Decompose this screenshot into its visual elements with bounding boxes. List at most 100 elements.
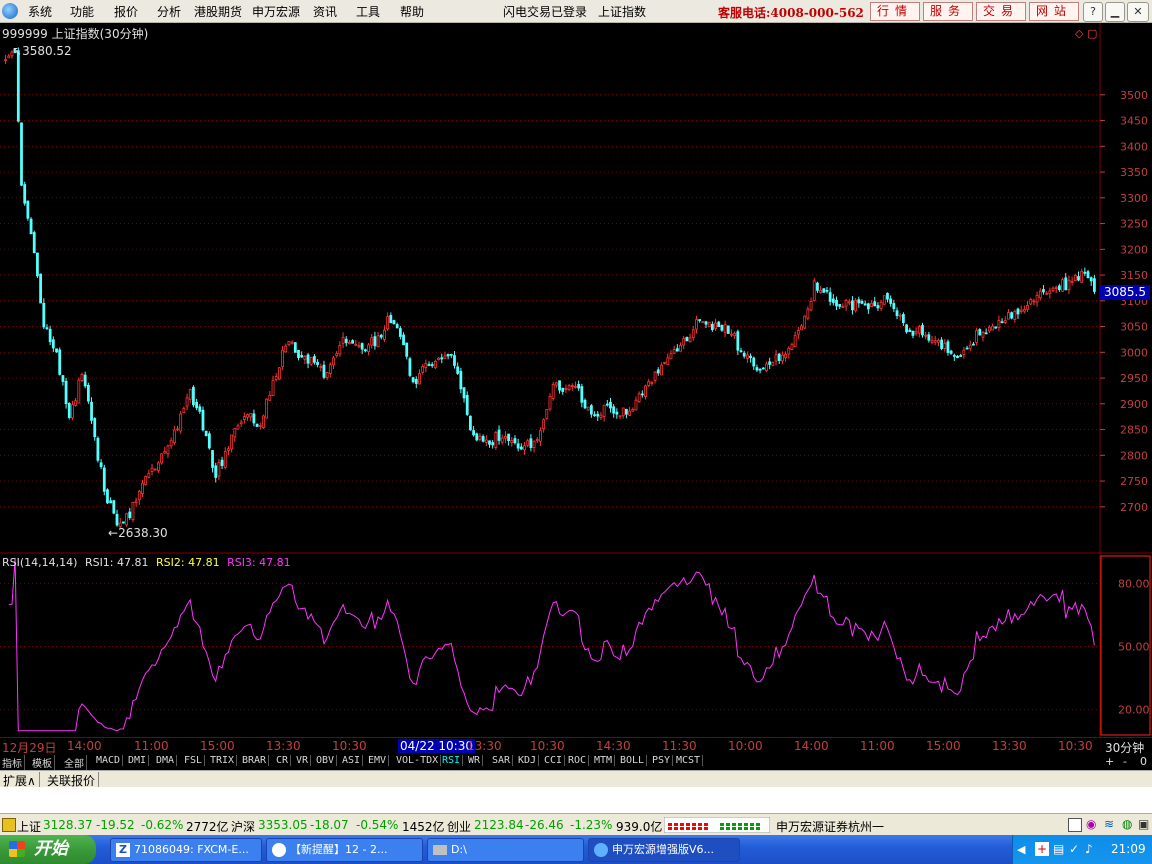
tab-cr[interactable]: CR [274,755,292,766]
candle-body [303,355,307,360]
ticker-menu-icon[interactable] [2,818,16,832]
candle-body [679,345,682,352]
tray-network-icon[interactable]: ▤ [1053,842,1064,856]
tray-arrow-icon[interactable]: ◀ [1017,843,1025,856]
candle-body [160,453,163,464]
candle-body [481,436,485,442]
tab-boll[interactable]: BOLL [618,755,648,766]
candle-body [478,435,482,440]
menu-analysis[interactable]: 分析 [157,3,181,20]
task-browser[interactable]: 【新提醒】12 - 2... [266,838,423,862]
high-label: 3580.52 [22,44,72,58]
candle-body [1083,271,1087,274]
tab-全部[interactable]: 全部 [62,755,87,770]
tab-kdj[interactable]: KDJ [516,755,540,766]
tab-cci[interactable]: CCI [542,755,566,766]
price-tick-label: 3150 [1120,269,1148,282]
menu-news[interactable]: 资讯 [313,3,337,20]
tab-brar[interactable]: BRAR [240,755,270,766]
candle-body [812,280,816,302]
candle-body [1010,312,1014,319]
tab-fsl[interactable]: FSL [182,755,206,766]
candle-body [793,335,797,348]
tab-sar[interactable]: SAR [490,755,514,766]
tab-trix[interactable]: TRIX [208,755,238,766]
tab-roc[interactable]: ROC [566,755,590,766]
market-button[interactable]: 行情 [870,2,920,21]
candle-body [685,336,689,342]
candle-body [370,337,374,346]
chart-settings-icon[interactable]: ◇ ▢ [1075,27,1097,40]
task-fxcm[interactable]: Z 71086049: FXCM-E... [110,838,262,862]
menu-hk-futures[interactable]: 港股期货 [194,3,242,20]
trade-button[interactable]: 交易 [976,2,1026,21]
candle-body [128,511,132,519]
tray-volume-icon[interactable]: ♪ [1085,842,1093,856]
broker-name: 申万宏源证券杭州一 [776,820,885,834]
tab-dma[interactable]: DMA [154,755,178,766]
menu-help[interactable]: 帮助 [400,3,424,20]
candle-body [997,320,1001,329]
service-button[interactable]: 服务 [923,2,973,21]
candle-body [513,438,517,444]
high-marker: ↖3580.52 [12,44,72,58]
start-button[interactable]: 开始 [0,835,96,864]
x-tick: 14:00 [67,739,102,753]
hs-change: -18.07 [310,818,349,832]
candle-body [698,319,702,321]
candle-body [733,333,737,337]
close-icon[interactable]: ✕ [1127,2,1149,22]
minimize-icon[interactable]: ▁ [1105,2,1125,22]
price-tick-label: 2950 [1120,372,1148,385]
tab-模板[interactable]: 模板 [30,755,55,770]
menu-swhy[interactable]: 申万宏源 [252,3,300,20]
website-button[interactable]: 网站 [1029,2,1079,21]
sh-pct: -0.62% [141,818,184,832]
tab-emv[interactable]: EMV [366,755,390,766]
task-swhy[interactable]: 申万宏源增强版V6... [588,838,740,862]
chart-area[interactable]: 3500 3450 3400 3350 3300 3250 3200 3150 3100 3050… [0,23,1152,737]
candle-body [411,377,415,383]
tab-wr[interactable]: WR [466,755,484,766]
zoom-in-button[interactable]: + [1105,755,1114,768]
task-label: 申万宏源增强版V6... [612,843,715,856]
help-window-icon[interactable]: ? [1083,2,1103,22]
price-tick-label: 2900 [1120,398,1148,411]
candle-body [921,325,924,336]
menu-tools[interactable]: 工具 [356,3,380,20]
candle-body [265,398,269,419]
tab-psy[interactable]: PSY [650,755,674,766]
candle-body [796,330,800,335]
tab-vol-tdx[interactable]: VOL-TDX [394,755,442,766]
candle-body [561,387,565,392]
tray-security-icon[interactable]: + [1035,842,1049,856]
tray-check-icon[interactable]: ✓ [1069,842,1079,856]
menu-function[interactable]: 功能 [70,3,94,20]
drive-icon [433,845,447,855]
zoom-out-button[interactable]: - [1123,755,1127,768]
kline-chart[interactable]: 3500345034003350330032503200315031003050… [0,23,1152,737]
sound-icon[interactable]: ◍ [1122,817,1132,831]
signal-icon[interactable]: ≋ [1104,817,1114,831]
tab-mtm[interactable]: MTM [592,755,616,766]
tab-rsi[interactable]: RSI [440,755,464,766]
tab-mcst[interactable]: MCST [674,755,704,766]
candle-body [338,345,342,355]
tab-obv[interactable]: OBV [314,755,338,766]
tab-macd[interactable]: MACD [94,755,124,766]
tab-asi[interactable]: ASI [340,755,364,766]
candle-body [1070,280,1074,283]
window-icon[interactable] [1068,818,1082,832]
task-explorer[interactable]: D:\ [427,838,584,862]
zoom-reset-button[interactable]: 0 [1140,755,1147,768]
tab-dmi[interactable]: DMI [126,755,150,766]
lock-icon[interactable]: ▣ [1138,817,1149,831]
menu-system[interactable]: 系统 [28,3,52,20]
candle-body [153,468,157,471]
candle-body [121,521,125,524]
tab-指标[interactable]: 指标 [0,755,25,770]
candle-body [551,383,555,399]
menu-quote[interactable]: 报价 [114,3,138,20]
tab-vr[interactable]: VR [294,755,312,766]
rss-icon[interactable]: ◉ [1086,817,1096,831]
